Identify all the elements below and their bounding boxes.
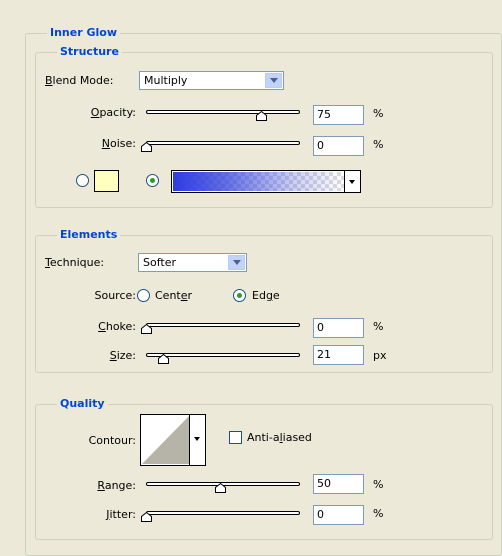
size-slider-thumb[interactable] [158,354,169,364]
opacity-input[interactable]: 75 [313,105,364,125]
technique-value: Softer [143,256,176,269]
opacity-slider-thumb[interactable] [256,111,267,121]
jitter-slider-track[interactable] [146,511,300,515]
choke-label: Choke: [98,320,136,333]
noise-input[interactable]: 0 [313,136,364,156]
range-unit: % [373,478,384,491]
source-edge-label[interactable]: Edge [252,289,280,303]
jitter-label: Jitter: [106,508,136,521]
size-slider-track[interactable] [146,353,300,357]
anti-aliased-checkbox[interactable] [229,431,242,444]
opacity-slider-track[interactable] [146,110,300,114]
inner-glow-title: Inner Glow [47,26,120,40]
size-input[interactable]: 21 [313,345,364,365]
noise-slider-track[interactable] [146,141,300,145]
solid-color-radio[interactable] [76,174,89,187]
range-slider-thumb[interactable] [215,483,226,493]
range-label: Range: [97,479,136,492]
contour-picker[interactable] [140,414,206,466]
blend-mode-value: Multiply [144,74,188,87]
technique-label: Technique: [45,256,105,269]
technique-select[interactable]: Softer [138,253,247,272]
choke-input[interactable]: 0 [313,318,364,338]
gradient-dropdown-button[interactable] [344,171,360,192]
noise-unit: % [373,138,384,151]
noise-slider-thumb[interactable] [141,142,152,152]
noise-label: Noise: [101,137,136,150]
size-label: Size: [109,349,136,362]
opacity-label: Opacity: [90,106,136,119]
gradient-picker[interactable] [171,170,361,193]
choke-unit: % [373,320,384,333]
size-unit: px [373,349,387,362]
opacity-unit: % [373,107,384,120]
chevron-down-icon [349,180,355,184]
chevron-down-icon[interactable] [265,73,282,88]
gradient-preview [173,172,344,191]
jitter-slider-thumb[interactable] [141,512,152,522]
source-label: Source: [94,289,137,302]
structure-title: Structure [57,45,122,59]
contour-preview [142,416,189,464]
blend-mode-select[interactable]: Multiply [139,71,284,90]
source-edge-radio[interactable] [233,289,246,302]
range-input[interactable]: 50 [313,474,364,494]
glow-color-swatch[interactable] [94,170,119,192]
contour-label: Contour: [88,434,136,447]
blend-mode-label: Blend Mode: [45,74,114,87]
contour-dropdown-button[interactable] [189,415,205,465]
chevron-down-icon[interactable] [228,255,245,270]
gradient-radio[interactable] [146,174,159,187]
elements-title: Elements [57,228,121,242]
source-center-label[interactable]: Center [155,289,192,303]
jitter-input[interactable]: 0 [313,505,364,525]
quality-title: Quality [57,397,108,411]
choke-slider-thumb[interactable] [141,324,152,334]
source-center-radio[interactable] [137,289,150,302]
choke-slider-track[interactable] [146,323,300,327]
jitter-unit: % [373,507,384,520]
anti-aliased-label[interactable]: Anti-aliased [247,431,312,445]
chevron-down-icon [194,437,200,441]
